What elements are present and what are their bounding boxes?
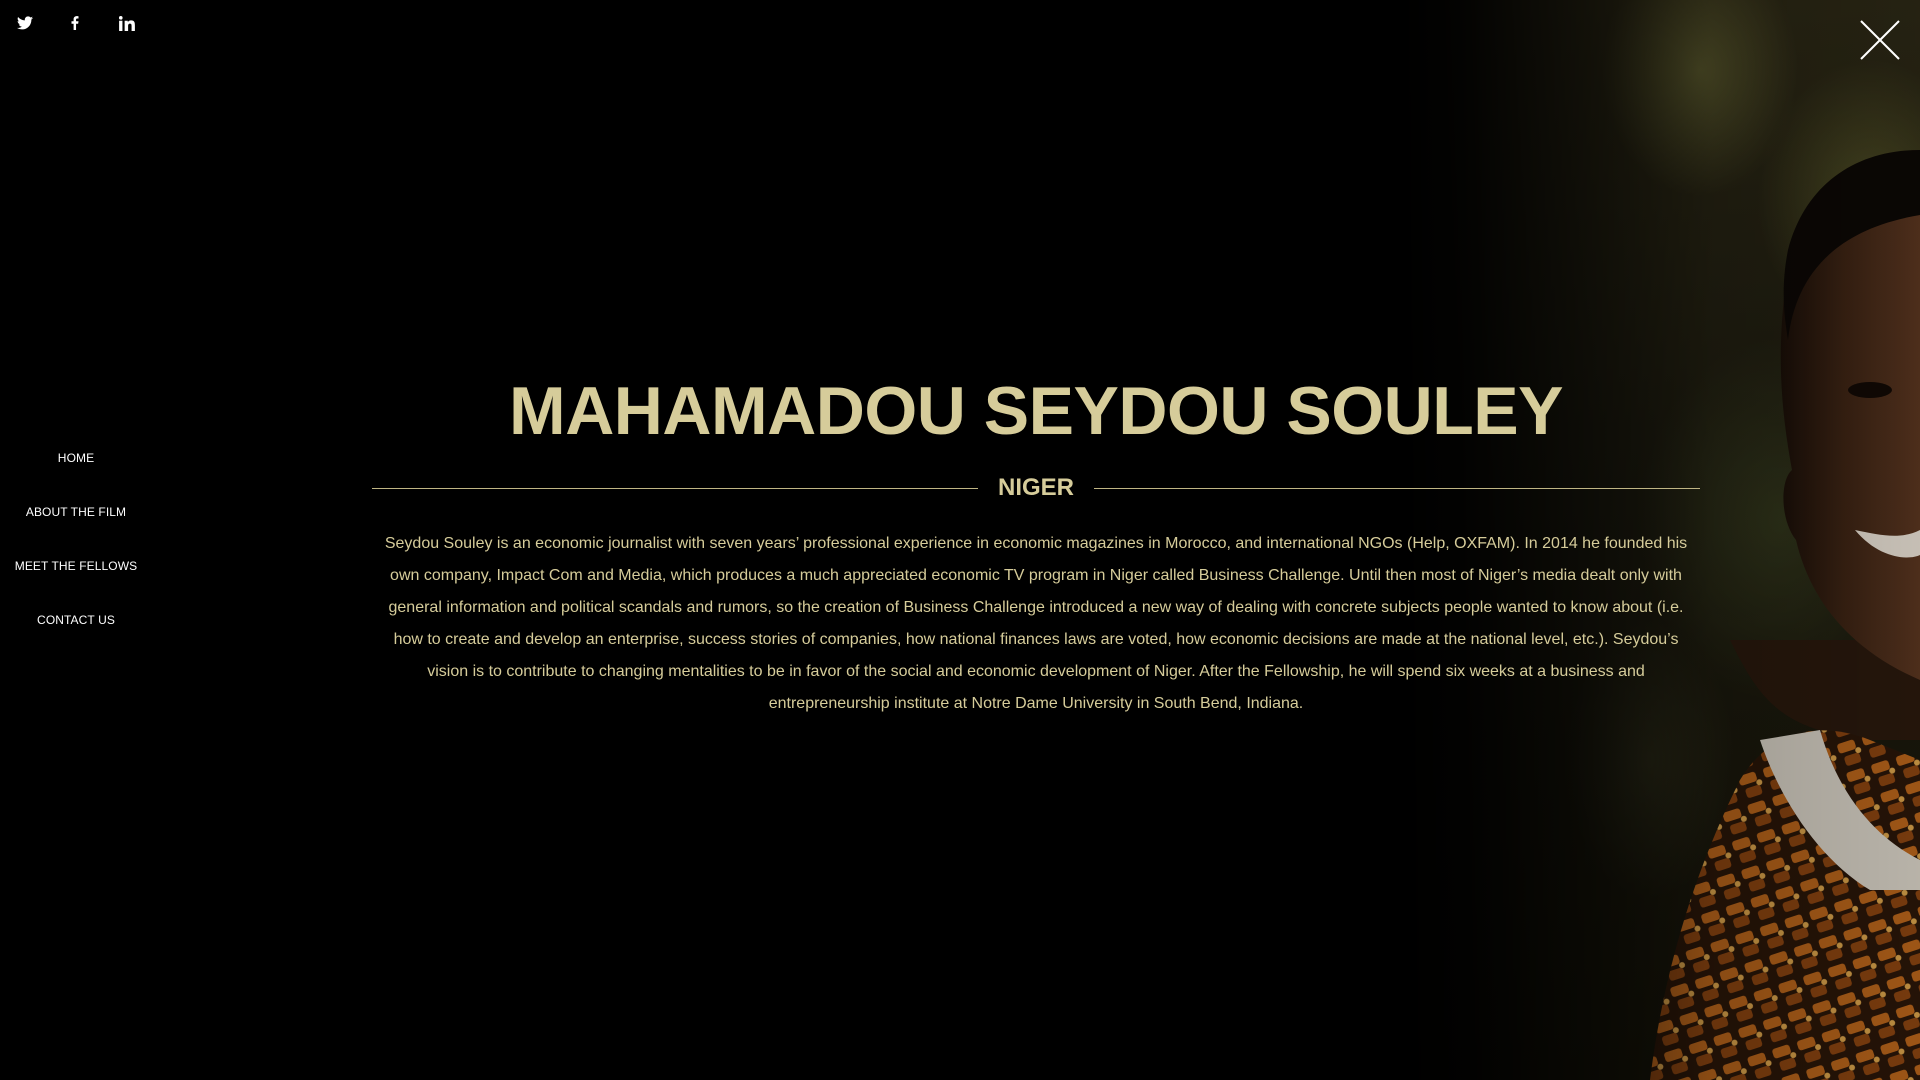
nav-item-about-the-film[interactable]: ABOUT THE FILM — [0, 502, 152, 556]
nav-item-meet-the-fellows[interactable]: MEET THE FELLOWS — [0, 556, 152, 610]
facebook-icon[interactable] — [64, 12, 86, 34]
divider-line-right — [1094, 487, 1701, 489]
twitter-icon[interactable] — [14, 12, 36, 34]
fellow-country: NIGER — [998, 474, 1075, 501]
nav-item-contact-us[interactable]: CONTACT US — [0, 610, 152, 664]
social-links — [14, 12, 166, 34]
close-icon — [1860, 20, 1900, 60]
nav-item-home[interactable]: HOME — [0, 448, 152, 502]
divider-line-left — [372, 487, 978, 489]
fellow-name: MAHAMADOU SEYDOU SOULEY — [509, 373, 1563, 449]
fellow-profile: MAHAMADOU SEYDOU SOULEY NIGER Seydou Sou… — [372, 370, 1701, 720]
main-nav: HOME ABOUT THE FILM MEET THE FELLOWS CON… — [0, 448, 152, 664]
linkedin-icon[interactable] — [116, 12, 138, 34]
close-button[interactable] — [1858, 18, 1902, 62]
fellow-bio: Seydou Souley is an economic journalist … — [384, 535, 1688, 712]
fellow-profile-page: HOME ABOUT THE FILM MEET THE FELLOWS CON… — [0, 0, 1920, 1080]
country-divider: NIGER — [372, 474, 1701, 502]
